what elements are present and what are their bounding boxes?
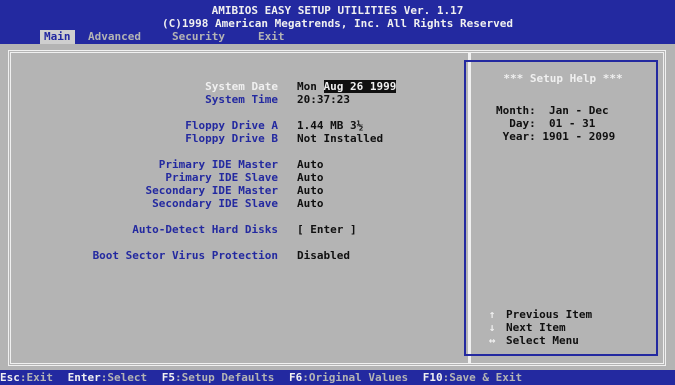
help-line-day: Day: 01 - 31 (496, 117, 596, 130)
footer-enter[interactable]: Enter:Select (68, 371, 147, 384)
help-key-select-menu: ↔ Select Menu (489, 334, 579, 347)
floppy-a-label: Floppy Drive A (185, 119, 278, 132)
arrow-up-icon: ↑ (488, 308, 496, 321)
system-date-day: Mon (297, 80, 317, 93)
menu-advanced[interactable]: Advanced (84, 30, 145, 44)
footer-f5[interactable]: F5:Setup Defaults (162, 371, 275, 384)
primary-slave-label: Primary IDE Slave (165, 171, 278, 184)
secondary-master-value[interactable]: Auto (297, 184, 324, 197)
menu-exit[interactable]: Exit (254, 30, 289, 44)
help-title: *** Setup Help *** (503, 72, 623, 85)
help-key-previous: ↑ Previous Item (489, 308, 593, 321)
footer-esc[interactable]: Esc:Exit (0, 371, 53, 384)
help-line-year: Year: 1901 - 2099 (496, 130, 616, 143)
boot-virus-value[interactable]: Disabled (297, 249, 350, 262)
footer-f6[interactable]: F6:Original Values (289, 371, 408, 384)
primary-master-value[interactable]: Auto (297, 158, 324, 171)
bios-header: AMIBIOS EASY SETUP UTILITIES Ver. 1.17 (… (0, 0, 675, 44)
help-panel: *** Setup Help *** Month: Jan - Dec Day:… (464, 60, 658, 356)
help-key-next: ↓ Next Item (489, 321, 566, 334)
secondary-master-label: Secondary IDE Master (145, 184, 278, 197)
primary-slave-value[interactable]: Auto (297, 171, 324, 184)
primary-master-label: Primary IDE Master (158, 158, 278, 171)
menu-security[interactable]: Security (168, 30, 229, 44)
system-time-value[interactable]: 20:37:23 (297, 93, 350, 106)
help-key-label: Next Item (506, 321, 566, 334)
footer-bar: Esc:Exit Enter:Select F5:Setup Defaults … (0, 370, 675, 385)
arrow-left-right-icon: ↔ (488, 334, 496, 347)
help-key-label: Select Menu (506, 334, 579, 347)
system-date-label: System Date (205, 80, 278, 93)
floppy-a-value[interactable]: 1.44 MB 3½ (297, 119, 363, 132)
system-time-label: System Time (205, 93, 278, 106)
copyright-line: (C)1998 American Megatrends, Inc. All Ri… (162, 17, 513, 30)
auto-detect-button[interactable]: [ Enter ] (297, 223, 357, 236)
floppy-b-value[interactable]: Not Installed (297, 132, 383, 145)
system-date-value[interactable]: Mon Aug 26 1999 (297, 80, 397, 93)
footer-f10[interactable]: F10:Save & Exit (423, 371, 522, 384)
secondary-slave-label: Secondary IDE Slave (152, 197, 278, 210)
auto-detect-label: Auto-Detect Hard Disks (132, 223, 278, 236)
arrow-down-icon: ↓ (488, 321, 496, 334)
menu-main[interactable]: Main (40, 30, 75, 44)
floppy-b-label: Floppy Drive B (185, 132, 278, 145)
help-line-month: Month: Jan - Dec (496, 104, 609, 117)
help-key-label: Previous Item (506, 308, 593, 321)
boot-virus-label: Boot Sector Virus Protection (92, 249, 278, 262)
system-date-selected[interactable]: Aug 26 1999 (323, 80, 397, 93)
menu-bar: Main Advanced Security Exit (0, 30, 675, 44)
bios-title: AMIBIOS EASY SETUP UTILITIES Ver. 1.17 (211, 4, 464, 17)
secondary-slave-value[interactable]: Auto (297, 197, 324, 210)
